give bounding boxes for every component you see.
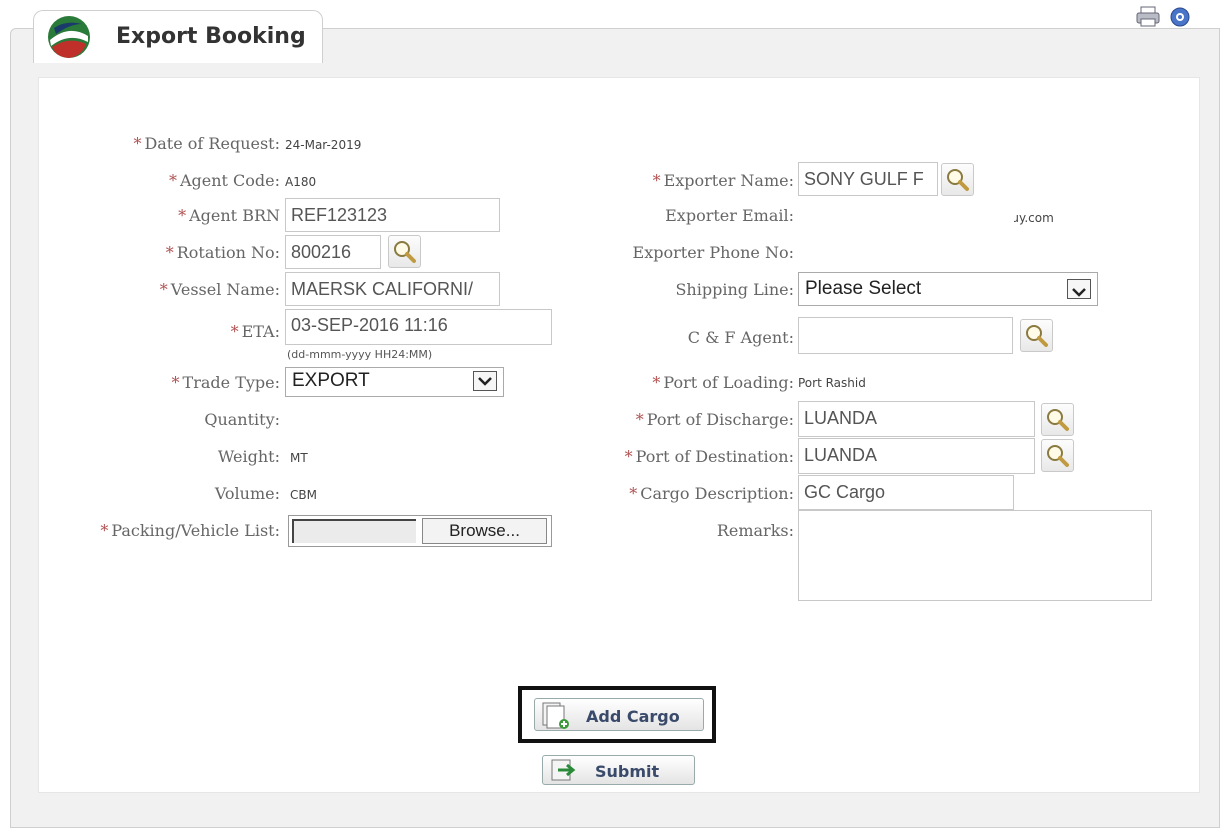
chevron-down-icon[interactable] [473, 371, 497, 391]
exporter-phone-label: Exporter Phone No: [632, 243, 794, 262]
add-document-icon [541, 701, 571, 735]
date-of-request-label: * Date of Request: [133, 134, 280, 153]
weight-label: Weight: [217, 447, 280, 466]
page-title: Export Booking [116, 24, 306, 49]
submit-button[interactable]: Submit [542, 755, 695, 785]
discharge-search-icon[interactable] [1041, 403, 1074, 436]
volume-label: Volume: [214, 484, 280, 503]
shipping-line-select[interactable]: Please Select [798, 272, 1098, 306]
cf-agent-input[interactable] [798, 317, 1013, 354]
quantity-label: Quantity: [204, 410, 280, 429]
rotation-search-icon[interactable] [388, 235, 421, 268]
exporter-email-label: Exporter Email: [665, 206, 794, 225]
uae-logo-icon [46, 14, 92, 60]
destination-search-icon[interactable] [1041, 439, 1074, 472]
eta-input[interactable]: 03-SEP-2016 11:16 [285, 309, 552, 345]
add-cargo-button[interactable]: Add Cargo [534, 698, 704, 731]
vessel-name-label: * Vessel Name: [159, 280, 280, 299]
packing-list-file-input[interactable]: Browse... [288, 515, 552, 547]
cf-agent-search-icon[interactable] [1020, 319, 1053, 352]
submit-label: Submit [595, 762, 660, 781]
shipping-line-label: Shipping Line: [675, 280, 794, 299]
packing-list-label: * Packing/Vehicle List: [100, 521, 280, 540]
print-icon[interactable] [1135, 6, 1161, 28]
cargo-description-input[interactable]: GC Cargo [798, 475, 1014, 510]
port-of-destination-input[interactable]: LUANDA [798, 438, 1035, 474]
browse-button[interactable]: Browse... [422, 518, 547, 544]
trade-type-select[interactable]: EXPORT [285, 367, 504, 397]
cf-agent-label: C & F Agent: [687, 328, 794, 347]
chevron-down-icon[interactable] [1067, 279, 1091, 299]
shipping-line-value: Please Select [805, 278, 922, 299]
agent-brn-label: * Agent BRN [178, 206, 280, 225]
remarks-label: Remarks: [716, 521, 794, 540]
volume-unit: CBM [290, 488, 317, 502]
agent-code-label: * Agent Code: [168, 171, 280, 190]
weight-unit: MT [290, 451, 308, 465]
exporter-search-icon[interactable] [941, 163, 974, 196]
eta-label: * ETA: [230, 322, 280, 341]
agent-code-value: A180 [285, 175, 317, 189]
port-of-discharge-input[interactable]: LUANDA [798, 401, 1035, 437]
cargo-description-label: * Cargo Description: [629, 484, 794, 503]
exporter-name-label: * Exporter Name: [652, 171, 794, 190]
remarks-textarea[interactable] [798, 510, 1152, 601]
rotation-no-input[interactable]: 800216 [285, 235, 381, 269]
port-of-discharge-label: * Port of Discharge: [635, 410, 794, 429]
exporter-name-input[interactable]: SONY GULF F [798, 162, 938, 196]
submit-arrow-icon [549, 757, 579, 787]
vessel-name-input[interactable]: MAERSK CALIFORNI/ [285, 272, 500, 306]
file-path-field[interactable] [292, 519, 416, 543]
trade-type-label: * Trade Type: [171, 373, 280, 392]
eta-format-hint: (dd-mmm-yyyy HH24:MM) [287, 348, 433, 361]
port-of-destination-label: * Port of Destination: [624, 447, 794, 466]
help-icon[interactable] [1169, 6, 1195, 28]
port-of-loading-label: * Port of Loading: [652, 373, 794, 392]
port-of-loading-value: Port Rashid [798, 376, 866, 390]
add-cargo-label: Add Cargo [586, 707, 680, 726]
trade-type-value: EXPORT [292, 370, 370, 391]
rotation-no-label: * Rotation No: [165, 243, 280, 262]
agent-brn-input[interactable]: REF123123 [285, 198, 500, 232]
date-of-request-value: 24-Mar-2019 [285, 138, 362, 152]
exporter-email-value: ɹy.com [1014, 211, 1054, 225]
